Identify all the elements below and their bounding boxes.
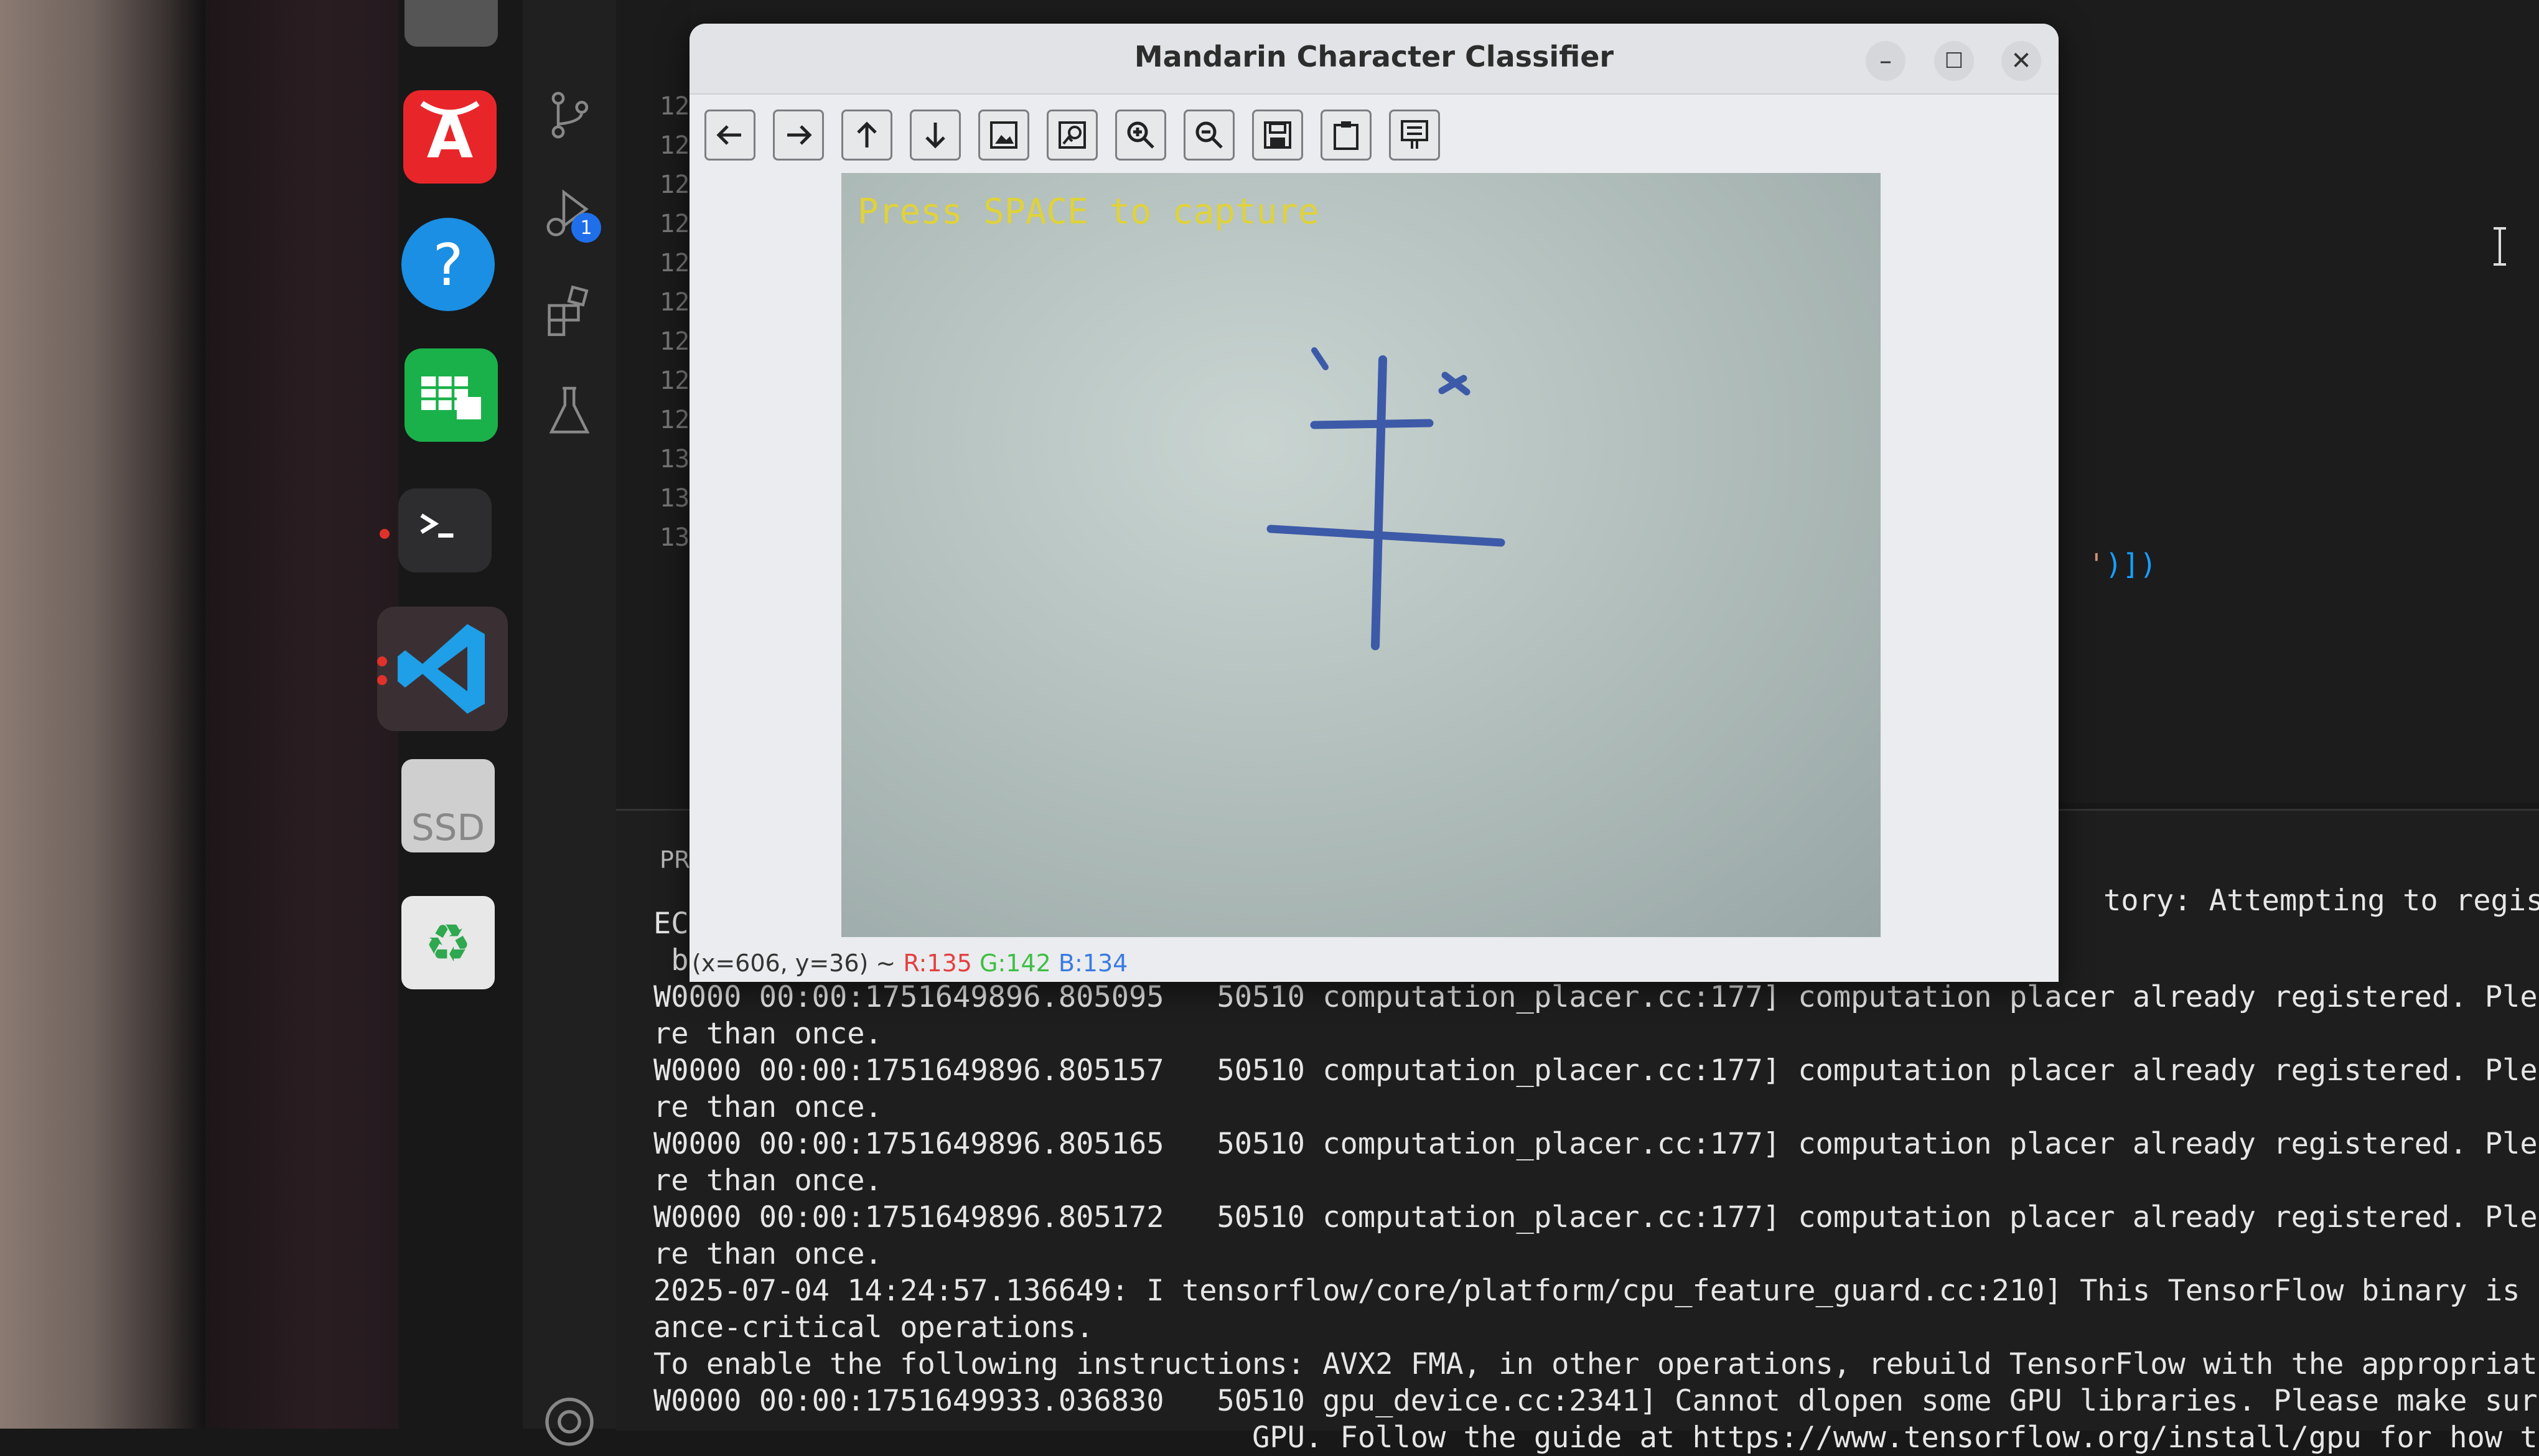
terminal-line: ance-critical operations. <box>653 1310 1094 1345</box>
line-number: 12 <box>660 131 690 160</box>
terminal-line: GPU. Follow the guide at https://www.ten… <box>653 1421 2539 1455</box>
line-number: 12 <box>660 366 690 395</box>
classifier-window: Mandarin Character Classifier – ☐ ✕ Pres… <box>690 24 2059 982</box>
testing-flask-icon[interactable] <box>541 383 597 439</box>
trash-icon[interactable]: ♻ <box>401 896 495 989</box>
line-number: 12 <box>660 170 690 199</box>
terminal-line: re than once. <box>653 1017 882 1051</box>
running-indicator <box>377 656 387 666</box>
pan-right-icon[interactable] <box>773 110 824 161</box>
pan-left-icon[interactable] <box>704 110 755 161</box>
terminal-line: 2025-07-04 14:24:57.136649: I tensorflow… <box>653 1274 2539 1308</box>
terminal-line: re than once. <box>653 1237 882 1271</box>
zoom-in-icon[interactable] <box>1115 110 1166 161</box>
cursor-coordinates: (x=606, y=36) ~ <box>692 950 896 977</box>
panel-tab-problems[interactable]: PR <box>660 846 690 874</box>
terminal-line: W0000 00:00:1751649896.805095 50510 comp… <box>653 980 2539 1014</box>
line-number: 12 <box>660 288 690 317</box>
text-cursor-icon <box>2494 227 2506 266</box>
terminal-line: To enable the following instructions: AV… <box>653 1347 2539 1381</box>
running-indicator <box>377 675 387 685</box>
line-number: 12 <box>660 406 690 434</box>
zoom-fit-icon[interactable] <box>978 110 1029 161</box>
screen-bezel <box>0 0 205 1429</box>
line-number: 13 <box>660 523 690 552</box>
code-fragment: ')]) <box>2088 548 2157 581</box>
save-icon[interactable] <box>1252 110 1303 161</box>
green-value: G:142 <box>980 950 1051 977</box>
terminal-line: re than once. <box>653 1090 882 1124</box>
terminal-line: W0000 00:00:1751649896.805157 50510 comp… <box>653 1053 2539 1088</box>
zoom-original-icon[interactable] <box>1047 110 1098 161</box>
terminal-line: W0000 00:00:1751649896.805165 50510 comp… <box>653 1127 2539 1161</box>
minimize-button[interactable]: – <box>1866 41 1905 81</box>
debug-badge: 1 <box>571 213 601 243</box>
terminal-line: re than once. <box>653 1164 882 1198</box>
terminal-line: W0000 00:00:1751649933.036830 50510 gpu_… <box>653 1384 2539 1418</box>
svg-text:♻: ♻ <box>424 913 471 974</box>
terminal-line: W0000 00:00:1751649896.805172 50510 comp… <box>653 1200 2539 1234</box>
capture-hint: Press SPACE to capture <box>858 192 1319 232</box>
line-number: 12 <box>660 327 690 356</box>
camera-preview[interactable]: Press SPACE to capture <box>841 173 1881 937</box>
svg-text:?: ? <box>433 231 463 299</box>
copy-clipboard-icon[interactable] <box>1321 110 1372 161</box>
files-icon[interactable] <box>404 0 498 47</box>
line-number: 13 <box>660 445 690 474</box>
maximize-button[interactable]: ☐ <box>1934 41 1974 81</box>
app-center-icon[interactable]: A <box>403 90 497 184</box>
spreadsheet-icon[interactable] <box>404 348 498 442</box>
vscode-icon[interactable] <box>377 607 508 731</box>
account-icon[interactable] <box>541 1394 597 1450</box>
zoom-out-icon[interactable] <box>1184 110 1235 161</box>
window-title: Mandarin Character Classifier <box>1134 40 1614 73</box>
dock <box>205 0 398 1429</box>
window-titlebar[interactable]: Mandarin Character Classifier – ☐ ✕ <box>690 24 2059 95</box>
terminal-icon[interactable] <box>398 488 492 572</box>
drawn-character <box>1266 347 1505 650</box>
line-number: 12 <box>660 210 690 238</box>
line-number: 12 <box>660 92 690 121</box>
properties-icon[interactable] <box>1389 110 1440 161</box>
ssd-drive-icon[interactable]: SSD <box>401 759 495 852</box>
terminal-output[interactable]: EC b W0000 00:00:1751649896.805095 50510 … <box>653 905 2539 1456</box>
running-indicator <box>380 529 390 539</box>
close-button[interactable]: ✕ <box>2001 41 2041 81</box>
line-number: 13 <box>660 484 690 513</box>
ssd-label: SSD <box>411 806 485 849</box>
pan-down-icon[interactable] <box>910 110 961 161</box>
red-value: R:135 <box>903 950 972 977</box>
pan-up-icon[interactable] <box>841 110 892 161</box>
line-number: 12 <box>660 249 690 278</box>
source-control-icon[interactable] <box>541 87 597 143</box>
help-icon[interactable]: ? <box>401 218 495 311</box>
image-toolbar <box>704 110 1440 172</box>
extensions-icon[interactable] <box>541 283 597 339</box>
status-bar: (x=606, y=36) ~ R:135 G:142 B:134 <box>690 950 2059 982</box>
line-numbers: 12 12 12 12 12 12 12 12 12 13 13 13 <box>660 87 690 558</box>
blue-value: B:134 <box>1058 950 1128 977</box>
